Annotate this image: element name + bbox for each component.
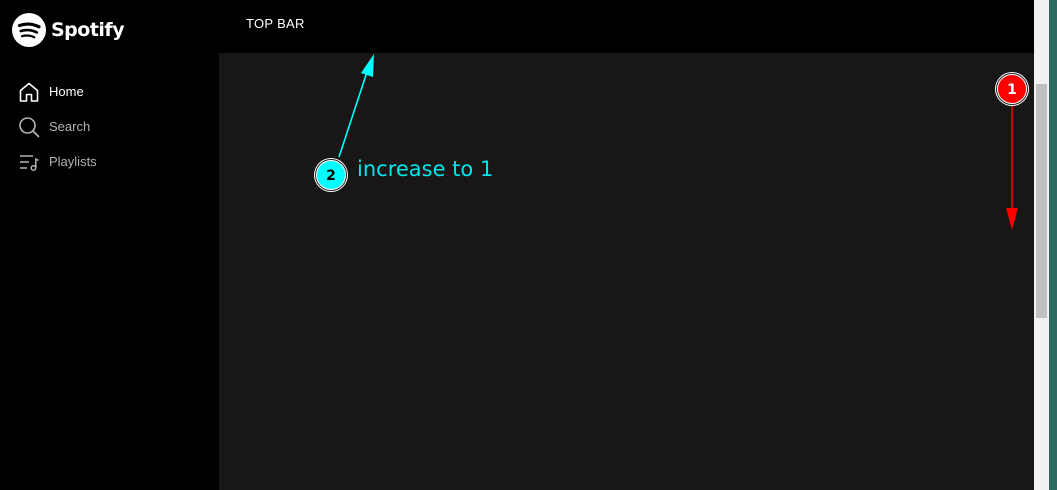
playlist-icon (17, 150, 41, 174)
scrollbar-thumb[interactable] (1036, 84, 1047, 318)
sidebar-item-label: Search (49, 119, 91, 134)
sidebar-item-home[interactable]: Home (17, 74, 97, 109)
sidebar-nav: Home Search Playlists (17, 74, 97, 179)
spotify-logo[interactable]: Spotify (12, 13, 125, 47)
sidebar-item-search[interactable]: Search (17, 109, 97, 144)
window-edge (1049, 0, 1057, 490)
annotation-text-2: increase to 1 (357, 157, 494, 181)
sidebar-item-label: Playlists (49, 154, 97, 169)
top-bar: TOP BAR (219, 0, 1034, 53)
sidebar: Spotify Home Search Playlists (0, 0, 219, 490)
brand-name: Spotify (51, 19, 125, 41)
search-icon (17, 115, 41, 139)
top-bar-title: TOP BAR (246, 16, 305, 31)
spotify-logo-icon (12, 13, 46, 47)
scrollbar-track[interactable] (1034, 0, 1049, 490)
home-icon (17, 80, 41, 104)
main-content (219, 53, 1034, 490)
sidebar-item-playlists[interactable]: Playlists (17, 144, 97, 179)
sidebar-item-label: Home (49, 84, 84, 99)
